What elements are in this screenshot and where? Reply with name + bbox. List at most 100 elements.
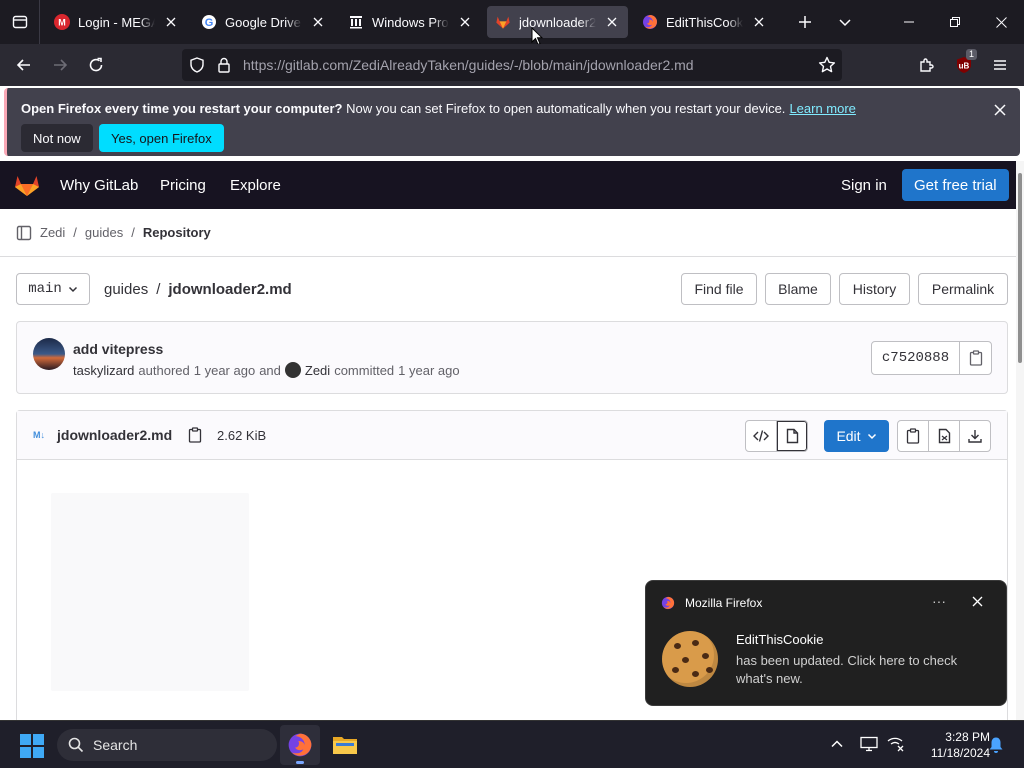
ublock-origin-button[interactable]: uB 1 (946, 47, 982, 83)
commit-title[interactable]: add vitepress (73, 341, 163, 357)
hamburger-menu-icon (994, 60, 1006, 70)
forward-button[interactable] (42, 47, 78, 83)
url-bar[interactable]: https://gitlab.com/ZediAlreadyTaken/guid… (182, 49, 842, 81)
taskbar-file-explorer[interactable] (325, 725, 365, 765)
show-hidden-icons-button[interactable] (830, 737, 844, 754)
tab-close-icon[interactable] (163, 14, 179, 30)
permalink-button[interactable]: Permalink (918, 273, 1008, 305)
file-path: guides / jdownloader2.md (104, 281, 292, 298)
firefox-icon (661, 596, 675, 613)
history-button[interactable]: History (839, 273, 910, 305)
back-button[interactable] (6, 47, 42, 83)
tab-jdownloader2[interactable]: jdownloader2. (487, 6, 628, 38)
avatar[interactable] (33, 338, 65, 370)
notification-more-button[interactable]: ··· (932, 593, 946, 609)
display-icon[interactable] (860, 736, 878, 755)
new-tab-button[interactable] (789, 6, 821, 38)
firefox-view-button[interactable] (0, 0, 40, 44)
nav-pricing[interactable]: Pricing (160, 161, 206, 209)
open-raw-button[interactable] (928, 420, 960, 452)
nav-explore[interactable]: Explore (230, 161, 281, 209)
restore-icon (950, 17, 960, 27)
tab-windows-programs[interactable]: Windows Progra (340, 6, 481, 38)
copy-sha-button[interactable] (960, 350, 991, 366)
page-scrollbar[interactable] (1016, 161, 1024, 720)
loading-placeholder (51, 493, 249, 691)
committer-avatar[interactable] (284, 362, 301, 378)
sign-in-link[interactable]: Sign in (841, 169, 887, 201)
close-window-button[interactable] (978, 0, 1024, 44)
app-menu-button[interactable] (982, 47, 1018, 83)
get-free-trial-button[interactable]: Get free trial (902, 169, 1009, 201)
not-now-button[interactable]: Not now (21, 124, 93, 152)
chevron-down-icon (68, 286, 77, 293)
windows-start-icon[interactable] (20, 734, 44, 758)
tab-close-icon[interactable] (604, 14, 620, 30)
breadcrumb-guides[interactable]: guides (85, 225, 123, 240)
url-text[interactable]: https://gitlab.com/ZediAlreadyTaken/guid… (243, 57, 694, 73)
breadcrumb-repository[interactable]: Repository (143, 225, 211, 240)
bookmark-star-icon[interactable] (818, 56, 836, 77)
tab-close-icon[interactable] (751, 14, 767, 30)
clipboard-icon (969, 350, 982, 366)
minimize-icon (904, 21, 914, 23)
mega-icon: M (54, 14, 70, 30)
firefox-startup-infobar: Open Firefox every time you restart your… (4, 88, 1020, 156)
restore-button[interactable] (932, 0, 978, 44)
sidebar-toggle-icon[interactable] (16, 225, 32, 241)
infobar-close-button[interactable] (988, 98, 1012, 122)
network-disconnected-icon[interactable] (887, 736, 905, 755)
yes-open-firefox-button[interactable]: Yes, open Firefox (99, 124, 224, 152)
tab-login-mega[interactable]: M Login - MEGA (46, 6, 187, 38)
find-file-button[interactable]: Find file (681, 273, 757, 305)
notification-bell-icon[interactable] (988, 736, 1004, 757)
chevron-down-icon (839, 19, 851, 27)
tracking-protection-icon[interactable] (189, 57, 205, 76)
learn-more-link[interactable]: Learn more (789, 101, 855, 116)
commit-sha[interactable]: c7520888 (872, 342, 960, 374)
tab-close-icon[interactable] (457, 14, 473, 30)
gitlab-logo-icon[interactable] (14, 173, 40, 197)
notification-close-button[interactable] (972, 594, 983, 610)
infobar-bold-text: Open Firefox every time you restart your… (21, 101, 343, 116)
copy-path-button[interactable] (188, 427, 202, 446)
tab-title: Login - MEGA (78, 14, 155, 30)
copy-contents-button[interactable] (897, 420, 929, 452)
close-icon (994, 104, 1006, 116)
download-button[interactable] (959, 420, 991, 452)
close-icon (995, 16, 1007, 28)
chevron-up-icon (831, 740, 843, 748)
taskbar-clock[interactable]: 3:28 PM 11/18/2024 (910, 729, 990, 761)
notification-app-name: Mozilla Firefox (685, 596, 763, 610)
display-source-button[interactable] (745, 420, 777, 452)
tab-close-icon[interactable] (310, 14, 326, 30)
tab-google-drive[interactable]: G Google Drive: Sh (193, 6, 334, 38)
edit-button[interactable]: Edit (824, 420, 889, 452)
reload-button[interactable] (78, 47, 114, 83)
branch-selector[interactable]: main (16, 273, 90, 305)
taskbar-search[interactable]: Search (57, 729, 277, 761)
gitlab-header: Why GitLab Pricing Explore Sign in Get f… (0, 161, 1016, 209)
search-icon (68, 737, 84, 753)
blame-button[interactable]: Blame (765, 273, 831, 305)
display-rendered-button[interactable] (776, 420, 808, 452)
lock-icon[interactable] (217, 57, 231, 76)
code-icon (753, 430, 769, 442)
committer-name[interactable]: Zedi (305, 363, 330, 378)
system-notification[interactable]: Mozilla Firefox ··· EditThisCookie has b… (645, 580, 1007, 706)
breadcrumb-zedi[interactable]: Zedi (40, 225, 65, 240)
extensions-button[interactable] (908, 47, 944, 83)
path-directory[interactable]: guides (104, 281, 148, 298)
tab-editthiscookie[interactable]: EditThisCookie2 (634, 6, 775, 38)
taskbar-firefox[interactable] (280, 725, 320, 765)
nav-why-gitlab[interactable]: Why GitLab (60, 161, 138, 209)
scrollbar-thumb[interactable] (1018, 173, 1022, 363)
tab-title: EditThisCookie2 (666, 14, 743, 30)
notification-title: EditThisCookie (736, 632, 824, 647)
firefox-icon (288, 733, 312, 757)
minimize-button[interactable] (886, 0, 932, 44)
commit-author[interactable]: taskylizard (73, 363, 134, 378)
clipboard-icon (906, 428, 920, 444)
file-header: M↓ jdownloader2.md 2.62 KiB Edit (17, 411, 1007, 460)
list-all-tabs-button[interactable] (829, 6, 861, 38)
